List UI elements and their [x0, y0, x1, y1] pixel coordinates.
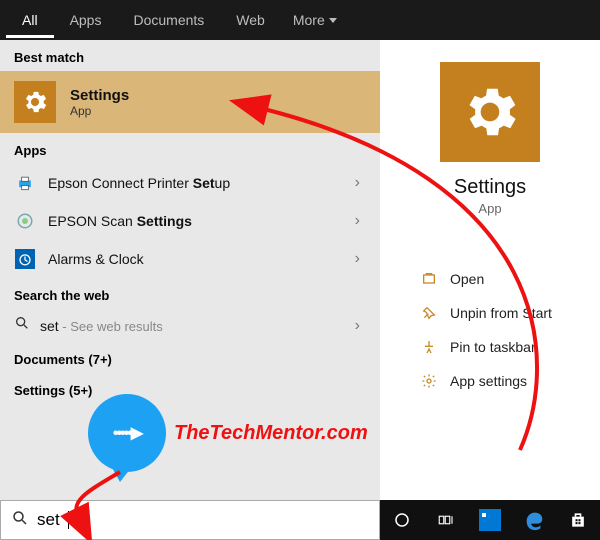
ctx-label: App settings	[450, 373, 527, 389]
best-match-settings[interactable]: Settings App	[0, 71, 380, 133]
taskbar-taskview[interactable]	[424, 500, 468, 540]
chevron-down-icon	[329, 18, 337, 23]
ctx-unpin-start[interactable]: Unpin from Start	[414, 296, 592, 330]
web-result-set[interactable]: set - See web results ›	[0, 309, 380, 342]
taskbar	[380, 500, 600, 540]
gear-icon	[420, 372, 438, 390]
tab-more-label: More	[293, 12, 325, 28]
web-result-label: set - See web results	[40, 318, 163, 334]
search-icon	[11, 509, 29, 532]
unpin-icon	[420, 304, 438, 322]
ctx-pin-taskbar[interactable]: Pin to taskbar	[414, 330, 592, 364]
section-search-web: Search the web	[0, 278, 380, 309]
tab-documents[interactable]: Documents	[117, 2, 220, 38]
taskbar-calendar[interactable]	[468, 500, 512, 540]
open-icon	[420, 270, 438, 288]
best-match-title: Settings	[70, 87, 129, 104]
ctx-open[interactable]: Open	[414, 262, 592, 296]
search-filter-tabs: All Apps Documents Web More	[0, 0, 600, 40]
section-best-match: Best match	[0, 40, 380, 71]
search-input-text: set	[37, 510, 60, 530]
preview-pane: Settings App Open Unpin from Start Pin t…	[380, 40, 600, 500]
section-documents: Documents (7+)	[0, 342, 380, 373]
section-apps: Apps	[0, 133, 380, 164]
app-result-epson-connect[interactable]: Epson Connect Printer Setup ›	[0, 164, 380, 202]
tab-more[interactable]: More	[281, 2, 349, 38]
context-actions: Open Unpin from Start Pin to taskbar App…	[380, 262, 600, 398]
chevron-right-icon: ›	[355, 212, 366, 230]
app-result-label: Epson Connect Printer Setup	[48, 175, 343, 191]
alarm-icon	[14, 248, 36, 270]
tab-web[interactable]: Web	[220, 2, 281, 38]
ctx-app-settings[interactable]: App settings	[414, 364, 592, 398]
search-icon	[14, 315, 30, 336]
gear-icon	[14, 81, 56, 123]
ctx-label: Open	[450, 271, 484, 287]
app-result-label: EPSON Scan Settings	[48, 213, 343, 229]
scanner-icon	[14, 210, 36, 232]
taskbar-store[interactable]	[556, 500, 600, 540]
app-result-epson-scan[interactable]: EPSON Scan Settings ›	[0, 202, 380, 240]
preview-title: Settings	[454, 176, 526, 199]
tab-all[interactable]: All	[6, 2, 54, 38]
tab-apps[interactable]: Apps	[54, 2, 118, 38]
results-panel: Best match Settings App Apps Epson Conne…	[0, 40, 380, 500]
best-match-subtitle: App	[70, 104, 129, 118]
preview-subtitle: App	[478, 201, 501, 216]
search-bar[interactable]: set	[0, 500, 380, 540]
app-result-alarms[interactable]: Alarms & Clock ›	[0, 240, 380, 278]
text-caret	[68, 511, 69, 529]
chevron-right-icon: ›	[355, 174, 366, 192]
chevron-right-icon: ›	[355, 250, 366, 268]
ctx-label: Pin to taskbar	[450, 339, 536, 355]
section-settings-group: Settings (5+)	[0, 373, 380, 404]
chevron-right-icon: ›	[355, 317, 366, 335]
gear-icon	[440, 62, 540, 162]
taskbar-cortana[interactable]	[380, 500, 424, 540]
taskbar-edge[interactable]	[512, 500, 556, 540]
app-result-label: Alarms & Clock	[48, 251, 343, 267]
printer-icon	[14, 172, 36, 194]
pin-icon	[420, 338, 438, 356]
ctx-label: Unpin from Start	[450, 305, 552, 321]
